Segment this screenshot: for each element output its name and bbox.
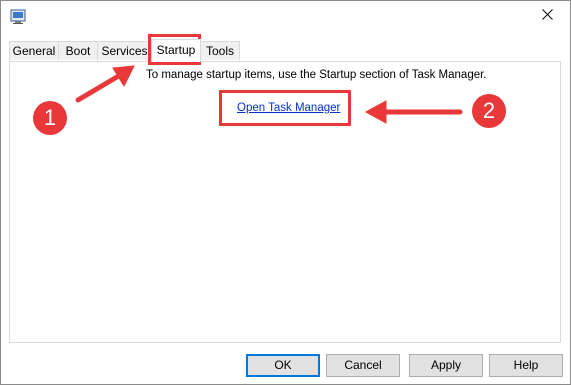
startup-message: To manage startup items, use the Startup…	[146, 69, 487, 81]
task-manager-link-highlight	[219, 90, 351, 126]
cancel-button[interactable]: Cancel	[326, 354, 400, 377]
step-1-badge: 1	[33, 101, 67, 135]
apply-button[interactable]: Apply	[409, 354, 483, 377]
tab-services[interactable]: Services	[97, 41, 152, 60]
system-configuration-icon	[10, 8, 27, 25]
title-bar	[1, 1, 570, 33]
step-2-badge: 2	[472, 94, 506, 128]
tab-tools[interactable]: Tools	[200, 41, 240, 60]
system-configuration-window: General Boot Services Startup Tools To m…	[0, 0, 571, 385]
close-icon	[542, 7, 553, 25]
tab-startup[interactable]: Startup	[151, 39, 201, 62]
ok-button[interactable]: OK	[246, 354, 320, 377]
close-button[interactable]	[525, 1, 570, 31]
help-button[interactable]: Help	[489, 354, 563, 377]
tab-general[interactable]: General	[9, 41, 59, 60]
tab-boot[interactable]: Boot	[58, 41, 98, 60]
